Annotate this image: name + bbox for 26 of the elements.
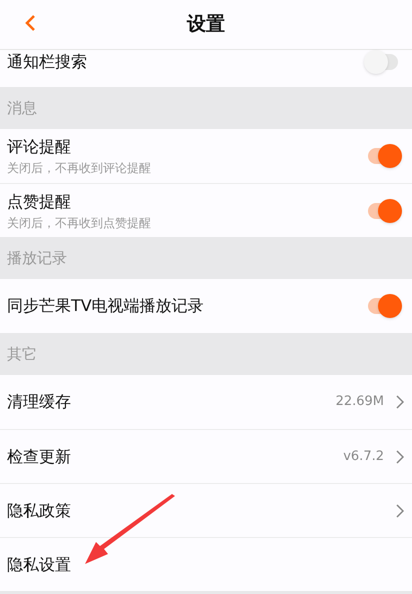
row-label: 同步芒果TV电视端播放记录 (7, 295, 205, 317)
row-label: 检查更新 (7, 446, 72, 468)
chevron-right-icon (396, 450, 404, 464)
row-value: v6.7.2 (343, 448, 384, 466)
settings-row[interactable]: 评论提醒 关闭后，不再收到评论提醒 (0, 129, 412, 183)
row-hint: 关闭后，不再收到评论提醒 (7, 160, 152, 177)
row-label: 点赞提醒 (7, 190, 72, 212)
row-label: 隐私政策 (7, 500, 72, 522)
settings-row[interactable]: 点赞提醒 关闭后，不再收到点赞提醒 (0, 183, 412, 237)
section-header: 其它 (7, 344, 37, 365)
row-value: 22.69M (336, 393, 384, 412)
row-label: 清理缓存 (7, 391, 72, 413)
row-label: 评论提醒 (7, 136, 72, 158)
settings-row[interactable]: 同步芒果TV电视端播放记录 (0, 279, 412, 333)
chevron-right-icon (396, 504, 404, 518)
chevron-right-icon (396, 395, 404, 409)
row-label: 通知栏搜索 (7, 51, 88, 73)
settings-row[interactable]: 检查更新 v6.7.2 (0, 429, 412, 483)
settings-row[interactable]: 通知栏搜索 (0, 50, 412, 87)
page-title: 设置 (187, 12, 225, 38)
settings-row[interactable]: 清理缓存 22.69M (0, 375, 412, 429)
back-icon (23, 14, 37, 32)
row-label: 隐私设置 (7, 554, 72, 576)
section-header: 消息 (7, 98, 37, 119)
section-header: 播放记录 (7, 248, 67, 269)
row-hint: 关闭后，不再收到点赞提醒 (7, 214, 152, 232)
